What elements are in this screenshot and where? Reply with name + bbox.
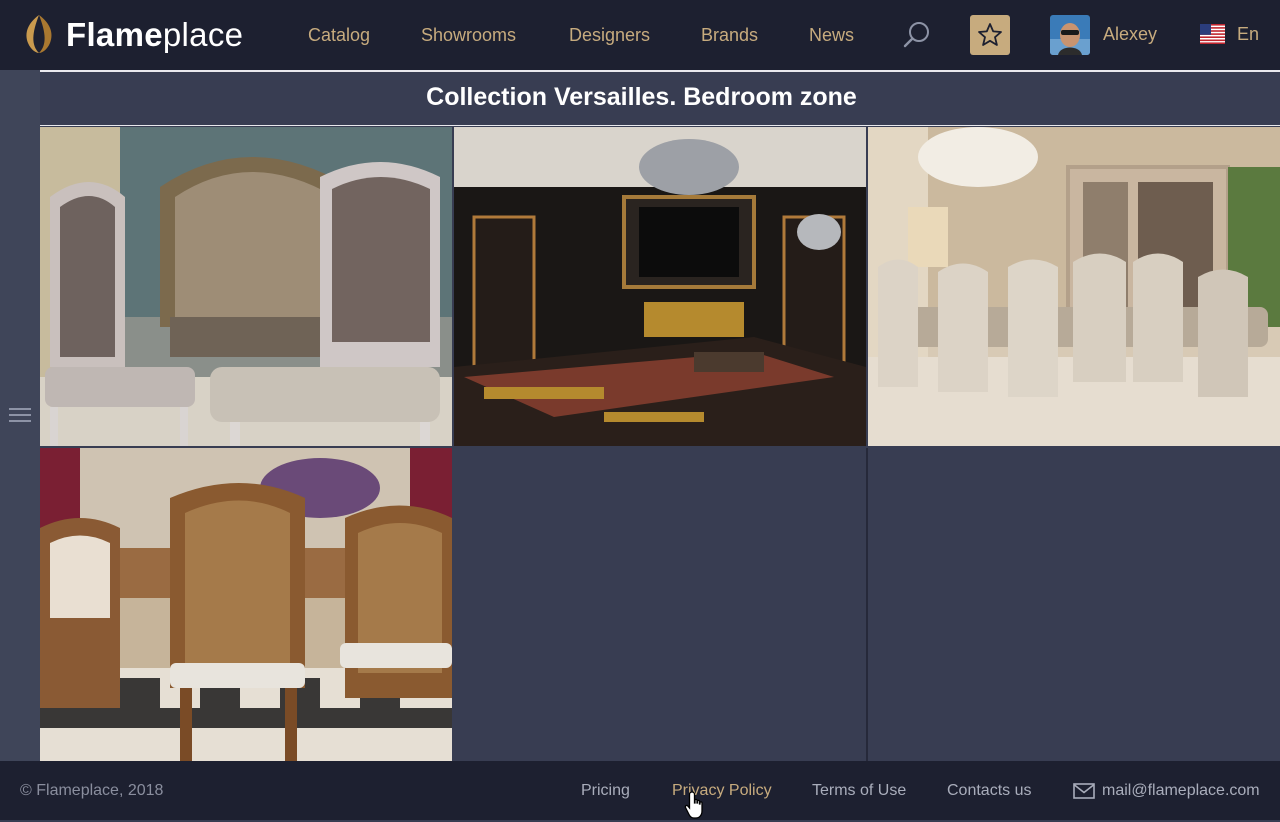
search-button[interactable] — [902, 20, 932, 50]
language-selector[interactable]: En — [1237, 24, 1259, 45]
logo[interactable]: Flameplace — [22, 10, 243, 58]
logo-text: Flameplace — [66, 15, 244, 53]
footer-link-contacts-us[interactable]: Contacts us — [947, 782, 1031, 800]
us-flag-icon[interactable] — [1200, 24, 1225, 44]
hand-cursor-icon — [684, 791, 703, 819]
nav-catalog[interactable]: Catalog — [308, 24, 370, 46]
empty-gallery-cell — [868, 448, 1280, 761]
nav-news[interactable]: News — [809, 24, 854, 46]
avatar-image — [1050, 15, 1090, 55]
empty-gallery-cell — [454, 448, 866, 761]
page-title: Collection Versailles. Bedroom zone — [426, 83, 857, 111]
photo-dining-room-with-display-cabinet[interactable] — [868, 127, 1280, 446]
mail-icon — [1073, 783, 1095, 799]
user-name[interactable]: Alexey — [1103, 24, 1157, 45]
search-icon — [903, 22, 929, 48]
hamburger-menu-icon[interactable] — [9, 408, 31, 424]
nav-brands[interactable]: Brands — [701, 24, 758, 46]
footer: © Flameplace, 2018 Pricing Privacy Polic… — [0, 761, 1280, 820]
photo-ornate-chairs-and-sofa[interactable] — [40, 127, 452, 446]
footer-link-pricing[interactable]: Pricing — [581, 782, 630, 800]
nav-showrooms[interactable]: Showrooms — [421, 24, 516, 46]
favorites-button[interactable] — [970, 15, 1010, 55]
photo-dark-wood-office-with-chandelier[interactable] — [454, 127, 866, 446]
photo-carved-wooden-dining-chairs[interactable] — [40, 448, 452, 761]
footer-link-terms-of-use[interactable]: Terms of Use — [812, 782, 906, 800]
copyright-text: © Flameplace, 2018 — [20, 782, 164, 799]
star-icon — [978, 23, 1002, 46]
footer-email-link[interactable]: mail@flameplace.com — [1102, 782, 1260, 800]
top-navigation-bar: Flameplace Catalog Showrooms Designers B… — [0, 0, 1280, 70]
nav-designers[interactable]: Designers — [569, 24, 650, 46]
title-band: Collection Versailles. Bedroom zone — [40, 70, 1280, 126]
flame-logo-icon — [26, 15, 52, 53]
left-sidebar — [0, 70, 40, 761]
user-avatar[interactable] — [1050, 15, 1090, 55]
